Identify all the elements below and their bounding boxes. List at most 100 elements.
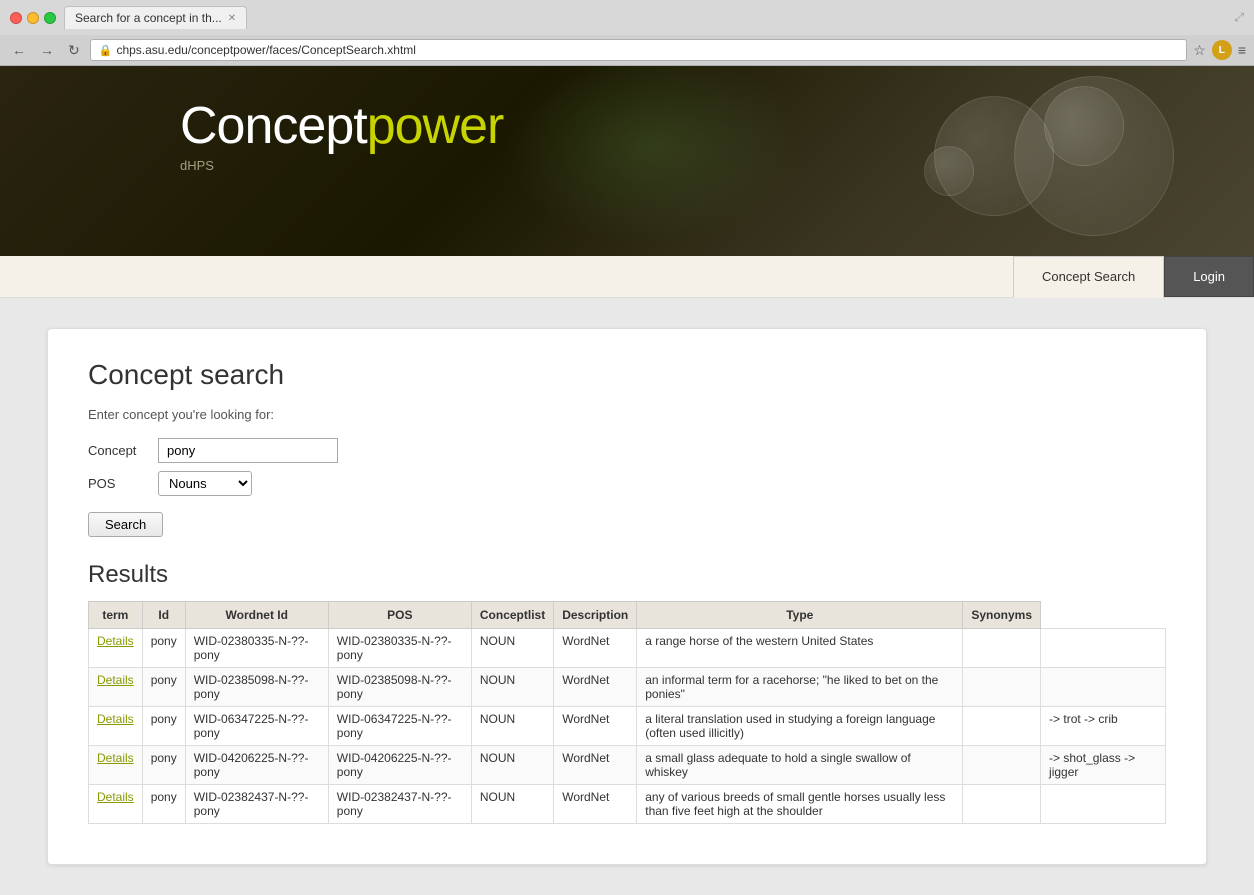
page-wrapper: Conceptpower dHPS Concept Search Login C…	[0, 66, 1254, 865]
table-header-row: termIdWordnet IdPOSConceptlistDescriptio…	[89, 602, 1166, 629]
table-cell	[963, 668, 1041, 707]
table-cell: WID-02382437-N-??-pony	[185, 785, 328, 824]
details-link[interactable]: Details	[97, 634, 134, 648]
url-text: chps.asu.edu/conceptpower/faces/ConceptS…	[116, 43, 416, 57]
table-cell: pony	[142, 629, 185, 668]
form-intro: Enter concept you're looking for:	[88, 407, 1166, 422]
main-content: Concept search Enter concept you're look…	[47, 328, 1207, 865]
table-header-cell: Id	[142, 602, 185, 629]
concept-form-group: Concept	[88, 438, 1166, 463]
logo-concept: Concept	[180, 97, 367, 155]
table-cell: WID-04206225-N-??-pony	[328, 746, 471, 785]
table-cell: pony	[142, 668, 185, 707]
table-cell: WordNet	[554, 785, 637, 824]
browser-titlebar: Search for a concept in th... ✕ ⤢	[0, 0, 1254, 35]
table-header: termIdWordnet IdPOSConceptlistDescriptio…	[89, 602, 1166, 629]
table-cell	[963, 707, 1041, 746]
table-cell	[963, 629, 1041, 668]
table-cell: NOUN	[471, 668, 553, 707]
table-cell: WID-02385098-N-??-pony	[185, 668, 328, 707]
table-cell: WID-06347225-N-??-pony	[185, 707, 328, 746]
maximize-button[interactable]	[44, 12, 56, 24]
table-cell: WID-06347225-N-??-pony	[328, 707, 471, 746]
table-cell: WID-02385098-N-??-pony	[328, 668, 471, 707]
browser-tab[interactable]: Search for a concept in th... ✕	[64, 6, 247, 29]
details-cell: Details	[89, 668, 143, 707]
site-nav: Concept Search Login	[0, 256, 1254, 298]
page-title: Concept search	[88, 359, 1166, 391]
details-link[interactable]: Details	[97, 673, 134, 687]
tab-close-icon[interactable]: ✕	[228, 13, 236, 24]
table-cell: pony	[142, 707, 185, 746]
table-cell: an informal term for a racehorse; "he li…	[637, 668, 963, 707]
search-button[interactable]: Search	[88, 512, 163, 537]
nav-concept-search[interactable]: Concept Search	[1013, 256, 1164, 298]
table-row: DetailsponyWID-02382437-N-??-ponyWID-023…	[89, 785, 1166, 824]
table-header-cell: term	[89, 602, 143, 629]
pos-select[interactable]: NounsVerbsAdjectivesAdverbs	[158, 471, 252, 496]
table-cell: -> trot -> crib	[1041, 707, 1166, 746]
table-header-cell: Description	[554, 602, 637, 629]
details-cell: Details	[89, 707, 143, 746]
concept-input[interactable]	[158, 438, 338, 463]
table-body: DetailsponyWID-02380335-N-??-ponyWID-023…	[89, 629, 1166, 824]
details-link[interactable]: Details	[97, 790, 134, 804]
table-header-cell: POS	[328, 602, 471, 629]
browser-toolbar: ← → ↻ 🔒 chps.asu.edu/conceptpower/faces/…	[0, 35, 1254, 65]
minimize-button[interactable]	[27, 12, 39, 24]
tab-title: Search for a concept in th...	[75, 11, 222, 25]
table-cell: WID-04206225-N-??-pony	[185, 746, 328, 785]
table-cell: NOUN	[471, 785, 553, 824]
window-controls	[10, 12, 56, 24]
table-cell: -> shot_glass -> jigger	[1041, 746, 1166, 785]
table-row: DetailsponyWID-04206225-N-??-ponyWID-042…	[89, 746, 1166, 785]
table-row: DetailsponyWID-02380335-N-??-ponyWID-023…	[89, 629, 1166, 668]
table-cell	[963, 746, 1041, 785]
table-cell: WID-02380335-N-??-pony	[185, 629, 328, 668]
table-cell: WordNet	[554, 629, 637, 668]
refresh-button[interactable]: ↻	[64, 40, 84, 61]
close-button[interactable]	[10, 12, 22, 24]
details-link[interactable]: Details	[97, 751, 134, 765]
table-cell: WID-02382437-N-??-pony	[328, 785, 471, 824]
user-avatar[interactable]: L	[1212, 40, 1232, 60]
star-icon[interactable]: ☆	[1193, 42, 1206, 59]
back-button[interactable]: ←	[8, 40, 30, 60]
table-cell: WID-02380335-N-??-pony	[328, 629, 471, 668]
table-cell: NOUN	[471, 707, 553, 746]
lock-icon: 🔒	[99, 44, 113, 57]
table-header-cell: Wordnet Id	[185, 602, 328, 629]
table-cell	[1041, 785, 1166, 824]
header-content: Conceptpower dHPS	[0, 66, 1254, 173]
toolbar-icons: ☆ L ≡	[1193, 40, 1246, 60]
concept-label: Concept	[88, 443, 158, 458]
nav-login[interactable]: Login	[1164, 256, 1254, 297]
table-cell: WordNet	[554, 746, 637, 785]
site-header: Conceptpower dHPS	[0, 66, 1254, 256]
table-cell: NOUN	[471, 746, 553, 785]
details-cell: Details	[89, 746, 143, 785]
pos-form-group: POS NounsVerbsAdjectivesAdverbs	[88, 471, 1166, 496]
pos-label: POS	[88, 476, 158, 491]
details-link[interactable]: Details	[97, 712, 134, 726]
table-cell	[1041, 629, 1166, 668]
menu-icon[interactable]: ≡	[1238, 42, 1246, 58]
table-cell: a range horse of the western United Stat…	[637, 629, 963, 668]
results-title: Results	[88, 561, 1166, 589]
table-cell: a small glass adequate to hold a single …	[637, 746, 963, 785]
table-row: DetailsponyWID-02385098-N-??-ponyWID-023…	[89, 668, 1166, 707]
table-cell: WordNet	[554, 668, 637, 707]
details-cell: Details	[89, 785, 143, 824]
table-cell: any of various breeds of small gentle ho…	[637, 785, 963, 824]
browser-chrome: Search for a concept in th... ✕ ⤢ ← → ↻ …	[0, 0, 1254, 66]
table-cell: pony	[142, 785, 185, 824]
forward-button[interactable]: →	[36, 40, 58, 60]
details-cell: Details	[89, 629, 143, 668]
table-header-cell: Type	[637, 602, 963, 629]
address-bar[interactable]: 🔒 chps.asu.edu/conceptpower/faces/Concep…	[90, 39, 1188, 61]
table-cell: pony	[142, 746, 185, 785]
table-header-cell: Synonyms	[963, 602, 1041, 629]
table-cell: a literal translation used in studying a…	[637, 707, 963, 746]
site-subtitle: dHPS	[180, 158, 1254, 173]
window-resize-icon: ⤢	[1234, 10, 1244, 25]
